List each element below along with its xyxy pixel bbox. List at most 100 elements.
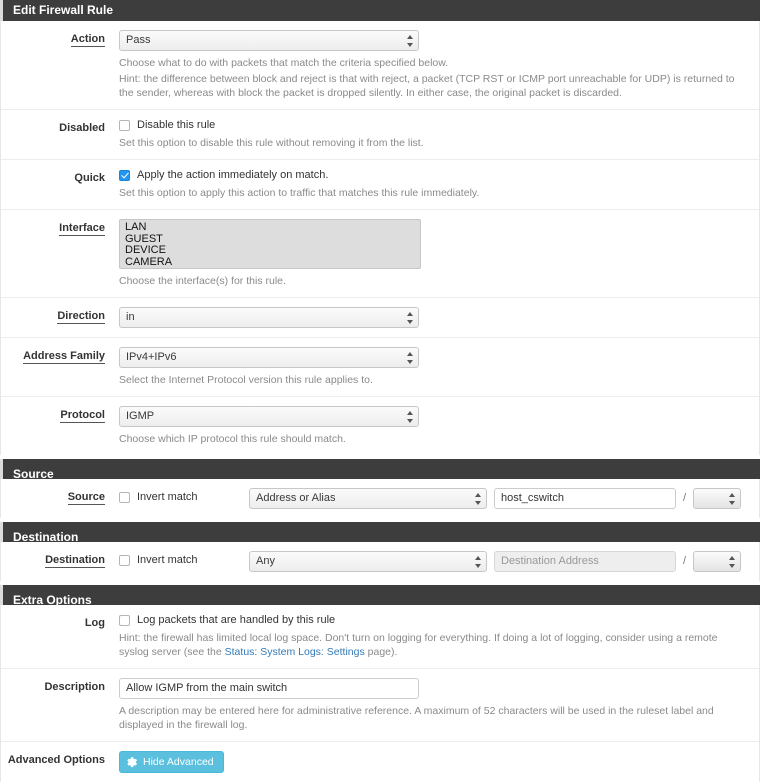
- disabled-checkbox[interactable]: [119, 119, 130, 131]
- quick-checkbox[interactable]: [119, 169, 130, 181]
- section-header-destination: Destination: [0, 522, 760, 544]
- interface-option[interactable]: GUEST: [123, 233, 417, 246]
- destination-address-wrap: Destination Address /: [494, 551, 742, 572]
- source-address-wrap: host_cswitch /: [494, 488, 742, 509]
- source-invert-wrap: Invert match: [119, 488, 249, 503]
- disabled-checkbox-label: Disable this rule: [137, 119, 216, 131]
- control-log: Log packets that are handled by this rul…: [119, 614, 759, 659]
- label-disabled: Disabled: [59, 122, 105, 134]
- source-mask-select[interactable]: [693, 488, 742, 509]
- source-type-value: Address or Alias: [256, 492, 336, 504]
- chevron-updown-icon: [406, 410, 413, 423]
- row-advanced-options: Advanced Options Hide Advanced: [1, 742, 759, 782]
- protocol-select[interactable]: IGMP: [119, 406, 419, 427]
- source-inline-row: Invert match Address or Alias host_cswit…: [119, 488, 751, 509]
- row-direction: Direction in: [1, 298, 759, 338]
- source-section-body: Source Invert match Address or Alias hos…: [0, 479, 760, 518]
- label-interface: Interface: [59, 222, 105, 236]
- control-disabled: Disable this rule Set this option to dis…: [119, 119, 759, 150]
- section-header-source: Source: [0, 459, 760, 481]
- label-action: Action: [70, 33, 105, 47]
- destination-inline-row: Invert match Any Destination Address /: [119, 551, 751, 572]
- gear-icon: [127, 756, 138, 768]
- label-destination: Destination: [45, 554, 105, 568]
- destination-invert-wrap: Invert match: [119, 551, 249, 566]
- label-protocol: Protocol: [60, 409, 105, 423]
- source-address-input[interactable]: host_cswitch: [494, 488, 676, 509]
- control-destination: Invert match Any Destination Address /: [119, 551, 759, 572]
- row-description: Description Allow IGMP from the main swi…: [1, 669, 759, 742]
- interface-help: Choose the interface(s) for this rule.: [119, 275, 286, 287]
- disabled-help: Set this option to disable this rule wit…: [119, 137, 424, 149]
- destination-type-select[interactable]: Any: [249, 551, 487, 572]
- section-header-edit-firewall-rule: Edit Firewall Rule: [0, 0, 760, 21]
- address-family-help: Select the Internet Protocol version thi…: [119, 374, 373, 386]
- destination-separator: /: [683, 555, 687, 567]
- section-header-extra-options: Extra Options: [0, 585, 760, 607]
- destination-invert-line[interactable]: Invert match: [119, 554, 249, 566]
- destination-address-input[interactable]: Destination Address: [494, 551, 676, 572]
- action-help-1: Choose what to do with packets that matc…: [119, 57, 449, 69]
- source-invert-line[interactable]: Invert match: [119, 491, 249, 503]
- row-protocol: Protocol IGMP Choose which IP protocol t…: [1, 397, 759, 455]
- control-protocol: IGMP Choose which IP protocol this rule …: [119, 406, 759, 446]
- control-quick: Apply the action immediately on match. S…: [119, 169, 759, 200]
- disabled-checkbox-line[interactable]: Disable this rule: [119, 119, 751, 131]
- system-logs-settings-link[interactable]: Status: System Logs: Settings: [225, 646, 365, 658]
- row-interface: Interface LAN GUEST DEVICE CAMERA Choose…: [1, 210, 759, 298]
- description-help: A description may be entered here for ad…: [119, 705, 714, 731]
- chevron-updown-icon: [728, 492, 735, 505]
- chevron-updown-icon: [406, 311, 413, 324]
- interface-option[interactable]: CAMERA: [123, 256, 417, 269]
- address-family-select[interactable]: IPv4+IPv6: [119, 347, 419, 368]
- control-interface: LAN GUEST DEVICE CAMERA Choose the inter…: [119, 219, 759, 288]
- row-address-family: Address Family IPv4+IPv6 Select the Inte…: [1, 338, 759, 397]
- log-help: Hint: the firewall has limited local log…: [119, 631, 739, 659]
- label-direction: Direction: [57, 310, 105, 324]
- direction-select-value: in: [126, 311, 135, 323]
- interface-multiselect[interactable]: LAN GUEST DEVICE CAMERA: [119, 219, 421, 269]
- label-description: Description: [44, 681, 105, 693]
- source-invert-checkbox[interactable]: [119, 491, 130, 503]
- source-invert-label: Invert match: [137, 491, 198, 503]
- chevron-updown-icon: [406, 34, 413, 47]
- chevron-updown-icon: [474, 555, 481, 568]
- chevron-updown-icon: [406, 351, 413, 364]
- direction-select[interactable]: in: [119, 307, 419, 328]
- protocol-help: Choose which IP protocol this rule shoul…: [119, 433, 346, 445]
- row-action: Action Pass Choose what to do with packe…: [1, 21, 759, 110]
- action-select[interactable]: Pass: [119, 30, 419, 51]
- hide-advanced-button[interactable]: Hide Advanced: [119, 751, 224, 773]
- description-input[interactable]: Allow IGMP from the main switch: [119, 678, 419, 699]
- source-type-select[interactable]: Address or Alias: [249, 488, 487, 509]
- log-checkbox-label: Log packets that are handled by this rul…: [137, 614, 336, 626]
- log-checkbox[interactable]: [119, 614, 130, 626]
- row-log: Log Log packets that are handled by this…: [1, 605, 759, 669]
- destination-invert-checkbox[interactable]: [119, 554, 130, 566]
- main-section-body: Action Pass Choose what to do with packe…: [0, 21, 760, 455]
- destination-mask-select[interactable]: [693, 551, 742, 572]
- row-destination: Destination Invert match Any Destination…: [1, 542, 759, 581]
- destination-type-value: Any: [256, 555, 275, 567]
- quick-help: Set this option to apply this action to …: [119, 187, 480, 199]
- interface-option[interactable]: DEVICE: [123, 244, 417, 257]
- protocol-select-value: IGMP: [126, 410, 155, 422]
- row-source: Source Invert match Address or Alias hos…: [1, 479, 759, 518]
- row-quick: Quick Apply the action immediately on ma…: [1, 160, 759, 210]
- destination-section-body: Destination Invert match Any Destination…: [0, 542, 760, 581]
- source-type-wrap: Address or Alias: [249, 488, 494, 509]
- chevron-updown-icon: [728, 555, 735, 568]
- chevron-updown-icon: [474, 492, 481, 505]
- quick-checkbox-label: Apply the action immediately on match.: [137, 169, 329, 181]
- quick-checkbox-line[interactable]: Apply the action immediately on match.: [119, 169, 751, 181]
- control-description: Allow IGMP from the main switch A descri…: [119, 678, 759, 732]
- log-help-post: page).: [364, 646, 398, 658]
- log-checkbox-line[interactable]: Log packets that are handled by this rul…: [119, 614, 751, 626]
- label-advanced-options: Advanced Options: [7, 754, 105, 766]
- log-help-pre: Hint: the firewall has limited local log…: [119, 632, 718, 658]
- source-separator: /: [683, 492, 687, 504]
- hide-advanced-button-label: Hide Advanced: [143, 756, 214, 768]
- interface-option[interactable]: LAN: [123, 221, 417, 234]
- control-action: Pass Choose what to do with packets that…: [119, 30, 759, 100]
- control-direction: in: [119, 307, 759, 328]
